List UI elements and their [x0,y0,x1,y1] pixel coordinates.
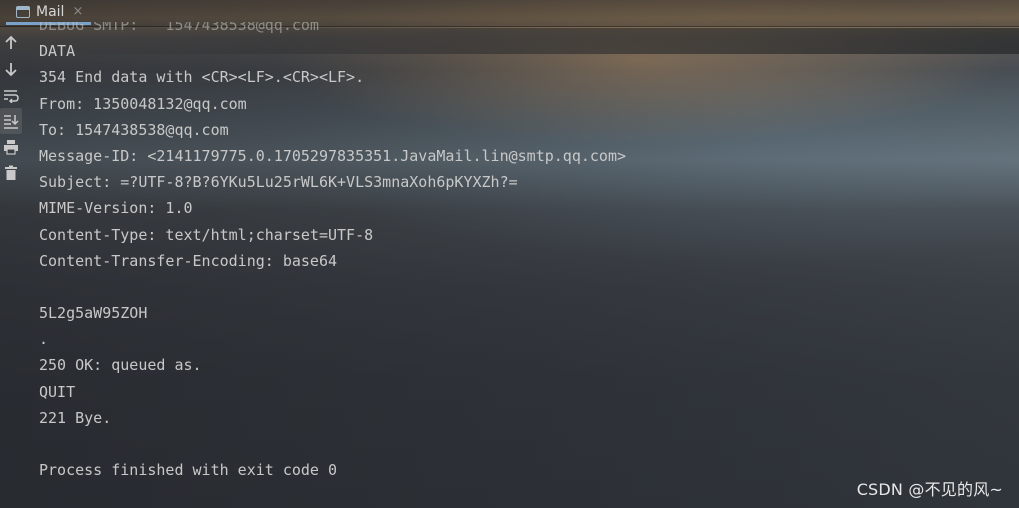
console-line: To: 1547438538@qq.com [39,120,229,139]
trash-icon[interactable] [0,160,22,186]
console-line: 221 Bye. [39,408,112,427]
console-line: Content-Type: text/html;charset=UTF-8 [39,225,374,244]
console-line: Message-ID: <2141179775.0.1705297835351.… [39,146,626,165]
soft-wrap-icon[interactable] [0,82,22,108]
console-line: 354 End data with <CR><LF>.<CR><LF>. [39,68,365,87]
console-line: Subject: =?UTF-8?B?6YKu5Lu25rWL6K+VLS3mn… [39,173,518,192]
console-line: 250 OK: queued as. [39,356,202,375]
console-window-icon [16,5,30,18]
scroll-to-end-icon[interactable] [0,108,22,134]
console-line: From: 1350048132@qq.com [39,94,247,113]
watermark: CSDN @不见的风~ [856,480,1003,499]
console-line: MIME-Version: 1.0 [39,199,193,218]
console-toolbar [0,30,22,508]
console-line: DATA [39,42,76,61]
console-line: . [39,330,49,349]
console-line-partial: DEBUG SMTP: 1547438538@qq.com [39,16,319,34]
console-output[interactable]: DEBUG SMTP: 1547438538@qq.com DATA 354 E… [39,12,1014,483]
console-line: QUIT [39,382,76,401]
arrow-up-icon[interactable] [0,30,22,56]
arrow-down-icon[interactable] [0,56,22,82]
console-line: Content-Transfer-Encoding: base64 [39,251,338,270]
print-icon[interactable] [0,134,22,160]
console-line: 5L2g5aW95ZOH [39,304,148,323]
